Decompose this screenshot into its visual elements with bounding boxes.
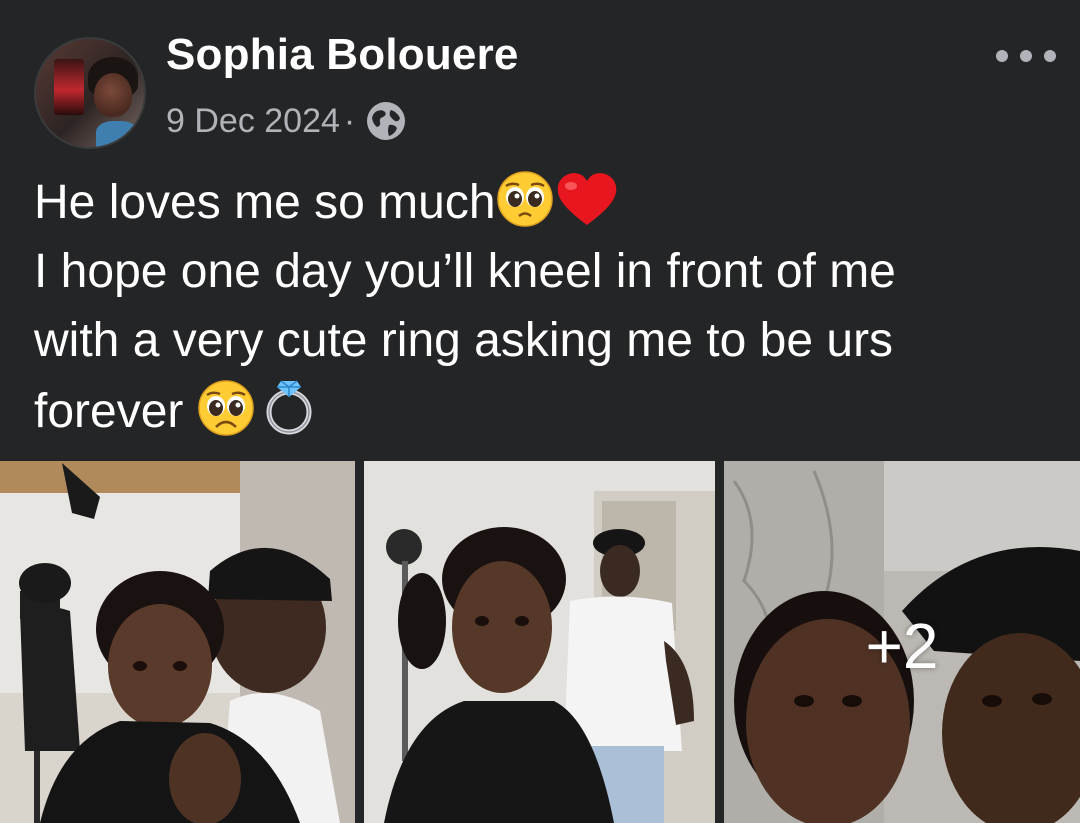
post-text-line-2: I hope one day you’ll kneel in front of … xyxy=(34,245,896,298)
more-options-button[interactable] xyxy=(996,44,1056,68)
author-avatar[interactable] xyxy=(34,37,146,149)
avatar-poster-shape xyxy=(54,59,84,115)
more-dot-icon xyxy=(1044,50,1056,62)
post-date[interactable]: 9 Dec 2024 xyxy=(166,102,340,141)
photo-2-image xyxy=(364,461,715,823)
photo-1[interactable] xyxy=(0,461,355,823)
post-text-line-3: with a very cute ring asking me to be ur… xyxy=(34,314,894,367)
post-text-line-1: He loves me so much xyxy=(34,168,1054,237)
pleading-face-emoji xyxy=(496,171,553,227)
photo-1-image xyxy=(0,461,355,823)
post-text: He loves me so much I hope one day you’l… xyxy=(34,168,1054,446)
post-text-line-1-text: He loves me so much xyxy=(34,176,496,229)
photo-3[interactable]: +2 xyxy=(724,461,1080,823)
photo-2[interactable] xyxy=(364,461,715,823)
meta-separator: · xyxy=(343,101,356,140)
post-header: Sophia Bolouere 9 Dec 2024 · xyxy=(0,0,1080,160)
more-photos-overlay[interactable]: +2 xyxy=(724,461,1080,823)
avatar-face-shape xyxy=(94,73,132,117)
author-name[interactable]: Sophia Bolouere xyxy=(166,30,519,80)
photo-gallery: +2 xyxy=(0,461,1080,823)
more-photos-count: +2 xyxy=(865,610,939,682)
globe-icon[interactable] xyxy=(365,100,407,142)
post-text-line-4: forever xyxy=(34,375,1054,446)
more-dot-icon xyxy=(996,50,1008,62)
post-text-line-4-text: forever xyxy=(34,385,197,438)
post-meta: 9 Dec 2024 · xyxy=(166,100,407,142)
ring-emoji xyxy=(266,380,312,435)
more-dot-icon xyxy=(1020,50,1032,62)
avatar-shirt-shape xyxy=(96,121,138,147)
red-heart-emoji xyxy=(557,173,616,225)
pleading-face-emoji xyxy=(197,380,254,436)
